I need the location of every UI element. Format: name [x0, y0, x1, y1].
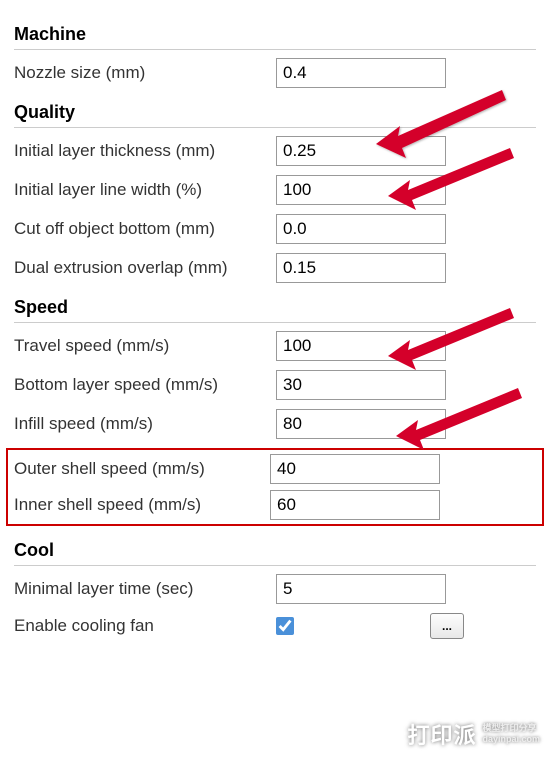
row-travel-speed: Travel speed (mm/s): [14, 331, 536, 361]
watermark-sub: 模型打印分享 dayinpai.com: [482, 723, 540, 745]
section-title-speed: Speed: [14, 297, 536, 323]
input-outer-shell-speed[interactable]: [270, 454, 440, 484]
row-nozzle-size: Nozzle size (mm): [14, 58, 536, 88]
button-cooling-fan-more[interactable]: ...: [430, 613, 464, 639]
label-enable-cooling-fan: Enable cooling fan: [14, 616, 276, 636]
input-travel-speed[interactable]: [276, 331, 446, 361]
label-initial-layer-thickness: Initial layer thickness (mm): [14, 141, 276, 161]
input-cut-off-bottom[interactable]: [276, 214, 446, 244]
section-title-cool: Cool: [14, 540, 536, 566]
label-travel-speed: Travel speed (mm/s): [14, 336, 276, 356]
input-dual-extrusion-overlap[interactable]: [276, 253, 446, 283]
checkbox-enable-cooling-fan[interactable]: [276, 617, 294, 635]
row-outer-shell-speed: Outer shell speed (mm/s): [14, 454, 536, 484]
row-bottom-layer-speed: Bottom layer speed (mm/s): [14, 370, 536, 400]
row-infill-speed: Infill speed (mm/s): [14, 409, 536, 439]
label-outer-shell-speed: Outer shell speed (mm/s): [14, 459, 270, 479]
row-dual-extrusion-overlap: Dual extrusion overlap (mm): [14, 253, 536, 283]
section-title-quality: Quality: [14, 102, 536, 128]
input-bottom-layer-speed[interactable]: [276, 370, 446, 400]
row-enable-cooling-fan: Enable cooling fan ...: [14, 613, 536, 639]
watermark-logo: 打印派: [407, 718, 476, 750]
row-initial-layer-thickness: Initial layer thickness (mm): [14, 136, 536, 166]
row-minimal-layer-time: Minimal layer time (sec): [14, 574, 536, 604]
watermark: 打印派 模型打印分享 dayinpai.com: [407, 718, 540, 750]
row-cut-off-bottom: Cut off object bottom (mm): [14, 214, 536, 244]
input-initial-layer-thickness[interactable]: [276, 136, 446, 166]
row-initial-layer-line-width: Initial layer line width (%): [14, 175, 536, 205]
input-inner-shell-speed[interactable]: [270, 490, 440, 520]
highlight-box-shell-speeds: Outer shell speed (mm/s) Inner shell spe…: [6, 448, 544, 526]
input-initial-layer-line-width[interactable]: [276, 175, 446, 205]
section-title-machine: Machine: [14, 24, 536, 50]
row-inner-shell-speed: Inner shell speed (mm/s): [14, 490, 536, 520]
label-minimal-layer-time: Minimal layer time (sec): [14, 579, 276, 599]
label-nozzle-size: Nozzle size (mm): [14, 63, 276, 83]
label-initial-layer-line-width: Initial layer line width (%): [14, 180, 276, 200]
label-cut-off-bottom: Cut off object bottom (mm): [14, 219, 276, 239]
label-bottom-layer-speed: Bottom layer speed (mm/s): [14, 375, 276, 395]
input-nozzle-size[interactable]: [276, 58, 446, 88]
label-infill-speed: Infill speed (mm/s): [14, 414, 276, 434]
input-infill-speed[interactable]: [276, 409, 446, 439]
label-inner-shell-speed: Inner shell speed (mm/s): [14, 495, 270, 515]
input-minimal-layer-time[interactable]: [276, 574, 446, 604]
label-dual-extrusion-overlap: Dual extrusion overlap (mm): [14, 258, 276, 278]
